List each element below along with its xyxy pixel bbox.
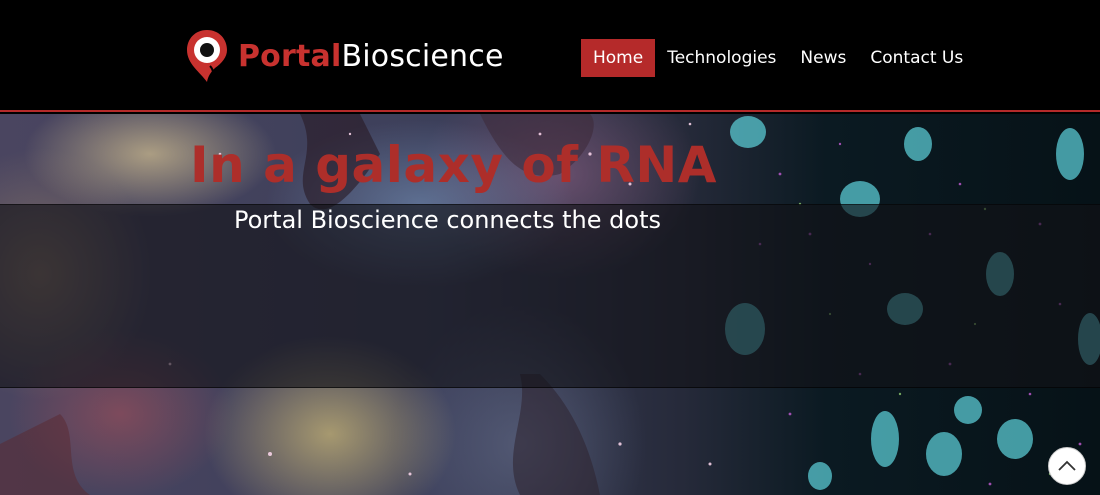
nav-news[interactable]: News: [788, 39, 858, 77]
site-header: Portal Bioscience Home Technologies News …: [0, 0, 1100, 112]
scroll-to-top-button[interactable]: [1048, 447, 1086, 485]
brand-name-part2: Bioscience: [341, 38, 504, 74]
nav-technologies[interactable]: Technologies: [655, 39, 788, 77]
nav-contact-us[interactable]: Contact Us: [858, 39, 975, 77]
main-nav: Home Technologies News Contact Us: [581, 39, 975, 77]
site-logo[interactable]: Portal Bioscience: [184, 28, 504, 84]
brand-name-part1: Portal: [238, 38, 342, 74]
brand-name: Portal Bioscience: [238, 39, 504, 74]
hero-headline: In a galaxy of RNA: [190, 136, 717, 194]
map-pin-eye-icon: [187, 30, 227, 82]
nav-home[interactable]: Home: [581, 39, 656, 77]
chevron-up-icon: [1058, 460, 1076, 471]
hero-subheadline: Portal Bioscience connects the dots: [234, 206, 661, 234]
